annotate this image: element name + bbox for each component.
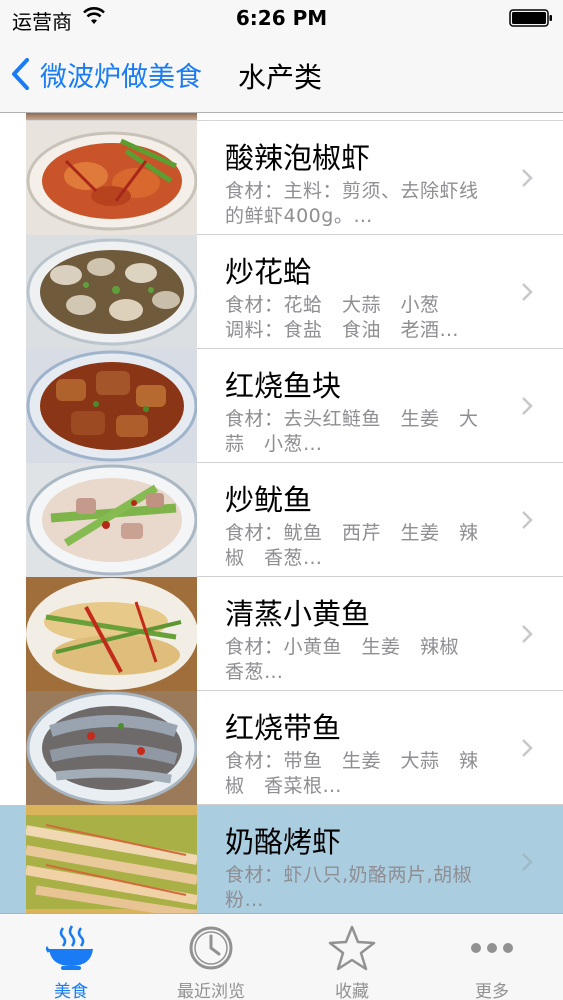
tab-food-label: 美食 (54, 982, 88, 1000)
recipe-row[interactable]: 炒鱿鱼 食材：鱿鱼 西芹 生姜 辣 椒 香葱… (0, 463, 563, 577)
star-icon (328, 925, 376, 971)
recipe-ingredients: 食材：花蛤 大蒜 小葱 调料：食盐 食油 老酒… (225, 294, 460, 341)
clock-icon (189, 926, 233, 970)
battery-icon (509, 9, 552, 27)
recipe-thumbnail (26, 577, 197, 691)
status-time: 6:26 PM (235, 6, 328, 30)
disclosure-chevron-icon (522, 283, 533, 301)
back-button-label: 微波炉做美食 (40, 61, 202, 93)
status-bar: 运营商 6:26 PM (0, 0, 563, 38)
recipe-row[interactable]: 清蒸小黄鱼 食材：小黄鱼 生姜 辣椒 香葱… (0, 577, 563, 691)
recipe-ingredients: 食材：带鱼 生姜 大蒜 辣 椒 香菜根… (225, 750, 479, 797)
disclosure-chevron-icon (522, 511, 533, 529)
more-dots-icon (471, 943, 513, 953)
recipe-row[interactable]: 酸辣泡椒虾 食材：主料：剪须、去除虾线 的鲜虾400g。… (0, 121, 563, 235)
page-title: 水产类 (238, 61, 323, 94)
recipe-title: 炒鱿鱼 (225, 483, 313, 517)
recipe-row[interactable]: 红烧鱼块 食材：去头红鲢鱼 生姜 大 蒜 小葱… (0, 349, 563, 463)
disclosure-chevron-icon (522, 853, 533, 871)
recipe-row[interactable]: 红烧带鱼 食材：带鱼 生姜 大蒜 辣 椒 香菜根… (0, 691, 563, 805)
recipe-list[interactable]: 酸辣泡椒虾 食材：主料：剪须、去除虾线 的鲜虾400g。… 炒花蛤 食材：花蛤 … (0, 113, 563, 913)
tab-favorites-label: 收藏 (335, 982, 369, 1000)
recipe-title: 酸辣泡椒虾 (225, 141, 371, 175)
tab-bar: 美食 最近浏览 收藏 更多 (0, 913, 563, 1000)
recipe-thumbnail (26, 463, 197, 577)
tab-recent[interactable]: 最近浏览 (141, 914, 281, 1000)
recipe-title: 清蒸小黄鱼 (225, 597, 371, 631)
chevron-left-icon (12, 58, 29, 90)
navigation-bar: 微波炉做美食 水产类 (0, 38, 563, 113)
recipe-ingredients: 食材：去头红鲢鱼 生姜 大 蒜 小葱… (225, 408, 479, 455)
recipe-title: 奶酪烤虾 (225, 825, 342, 859)
recipe-thumbnail (26, 349, 197, 463)
recipe-thumbnail (26, 235, 197, 349)
recipe-ingredients: 食材：小黄鱼 生姜 辣椒 香葱… (225, 636, 460, 683)
recipe-title: 红烧带鱼 (225, 711, 342, 745)
disclosure-chevron-icon (522, 397, 533, 415)
recipe-thumbnail (26, 805, 197, 913)
screen: 运营商 6:26 PM 微波炉做美食 水产类 酸辣泡椒虾 食材：主料：剪须、去除… (0, 0, 563, 1000)
tab-recent-label: 最近浏览 (177, 982, 245, 1000)
food-bowl-icon (46, 925, 93, 970)
disclosure-chevron-icon (522, 169, 533, 187)
recipe-thumbnail (26, 121, 197, 235)
recipe-title: 红烧鱼块 (225, 369, 342, 403)
disclosure-chevron-icon (522, 625, 533, 643)
recipe-row-selected[interactable]: 奶酪烤虾 食材：虾八只,奶酪两片,胡椒 粉… (0, 805, 563, 913)
recipe-thumbnail (26, 691, 197, 805)
disclosure-chevron-icon (522, 739, 533, 757)
recipe-ingredients: 食材：主料：剪须、去除虾线 的鲜虾400g。… (225, 180, 479, 227)
tab-more[interactable]: 更多 (422, 914, 562, 1000)
tab-food[interactable]: 美食 (1, 914, 141, 1000)
back-button[interactable]: 微波炉做美食 (10, 52, 202, 96)
recipe-ingredients: 食材：虾八只,奶酪两片,胡椒 粉… (225, 864, 473, 911)
tab-more-label: 更多 (475, 982, 509, 1000)
recipe-ingredients: 食材：鱿鱼 西芹 生姜 辣 椒 香葱… (225, 522, 479, 569)
recipe-title: 炒花蛤 (225, 255, 313, 289)
tab-favorites[interactable]: 收藏 (282, 914, 422, 1000)
previous-row-thumbnail-edge (26, 113, 197, 120)
recipe-row[interactable]: 炒花蛤 食材：花蛤 大蒜 小葱 调料：食盐 食油 老酒… (0, 235, 563, 349)
